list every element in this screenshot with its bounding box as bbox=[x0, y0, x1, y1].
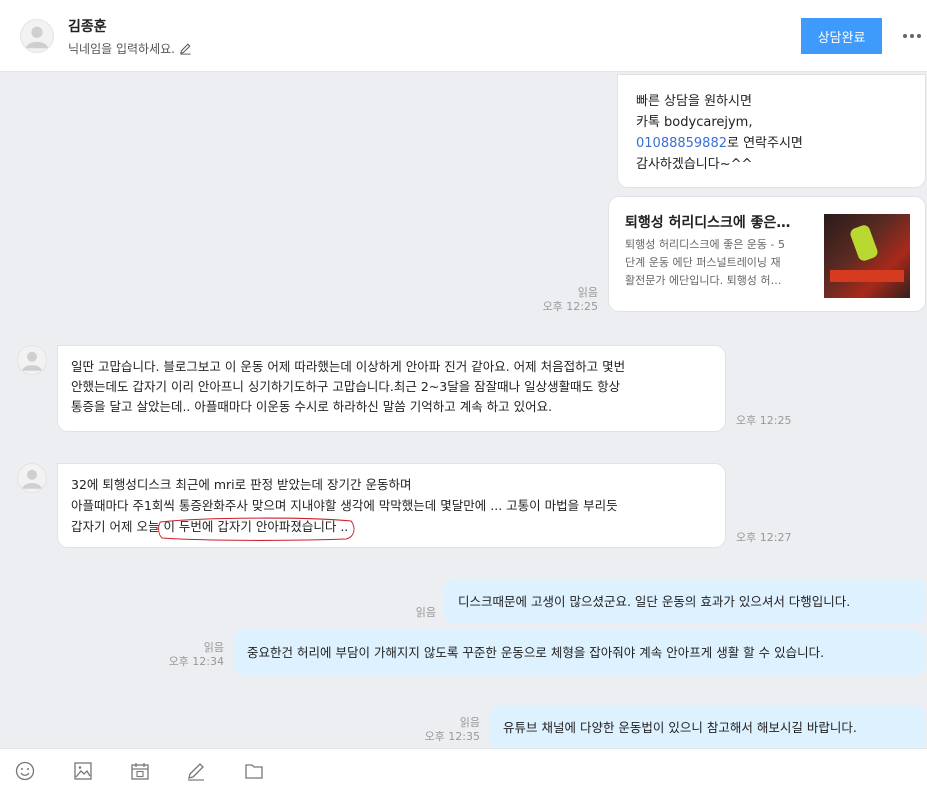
message-text-prefix: 갑자기 어제 오늘 bbox=[71, 519, 160, 534]
message-bubble[interactable]: 디스크때문에 고생이 많으셨군요. 일단 운동의 효과가 있으셔서 다행입니다. bbox=[444, 579, 926, 624]
message-text: 디스크때문에 고생이 많으셨군요. 일단 운동의 효과가 있으셔서 다행입니다. bbox=[458, 594, 851, 609]
red-ellipse-annotation bbox=[158, 517, 355, 541]
card-desc-line: 활전문가 에단입니다. 퇴행성 허… bbox=[625, 274, 782, 287]
message-bubble[interactable]: 중요한건 허리에 부담이 가해지지 않도록 꾸준한 운동으로 체형을 잡아줘야 … bbox=[233, 630, 926, 675]
message-time: 오후 12:25 bbox=[542, 300, 598, 313]
chat-header: 김종훈 닉네임을 입력하세요. 상담완료 bbox=[0, 0, 927, 72]
message-text: 카톡 bodycarejym, bbox=[636, 115, 753, 130]
contact-avatar[interactable] bbox=[20, 19, 54, 53]
sender-avatar[interactable] bbox=[17, 345, 47, 375]
message-time: 오후 12:34 bbox=[168, 655, 224, 668]
pencil-icon[interactable] bbox=[179, 42, 192, 55]
message-text: 갑자기 어제 오늘 이 두번에 갑자기 안아파졌습니다 .. bbox=[71, 516, 712, 541]
read-status: 읽음 오후 12:25 bbox=[530, 286, 598, 314]
pen-icon[interactable] bbox=[184, 759, 208, 783]
thumbnail-stripe bbox=[830, 270, 904, 282]
calendar-icon[interactable] bbox=[128, 759, 152, 783]
message-text-suffix: 로 연락주시면 bbox=[726, 136, 803, 151]
image-icon[interactable] bbox=[71, 759, 95, 783]
message-bubble[interactable]: 일딴 고맙습니다. 블로그보고 이 운동 어제 따라했는데 이상하게 안아파 진… bbox=[57, 345, 726, 432]
card-title: 퇴행성 허리디스크에 좋은… bbox=[625, 215, 791, 231]
message-time: 오후 12:27 bbox=[736, 531, 792, 544]
message-text: 01088859882로 연락주시면 bbox=[636, 133, 907, 154]
person-avatar-icon bbox=[22, 351, 42, 371]
read-label: 읽음 bbox=[577, 286, 598, 299]
card-desc-line: 단계 운동 에단 퍼스널트레이닝 재 bbox=[625, 256, 781, 269]
read-status: 읽음 오후 12:34 bbox=[160, 641, 224, 669]
contact-name: 김종훈 bbox=[68, 19, 107, 35]
message-text: 중요한건 허리에 부담이 가해지지 않도록 꾸준한 운동으로 체형을 잡아줘야 … bbox=[247, 645, 825, 660]
message-bubble[interactable]: 32에 퇴행성디스크 최근에 mri로 판정 받았는데 장기간 운동하며 아플때… bbox=[57, 463, 726, 548]
card-thumbnail bbox=[824, 214, 910, 298]
message-bubble[interactable]: 유튜브 채널에 다양한 운동법이 있으니 참고해서 해보시길 바랍니다. bbox=[489, 705, 926, 750]
message-bubble[interactable]: 빠른 상담을 원하시면 카톡 bodycarejym, 01088859882로… bbox=[617, 74, 926, 188]
person-avatar-icon bbox=[25, 26, 49, 49]
read-label: 읽음 bbox=[203, 641, 224, 654]
read-status: 읽음 오후 12:35 bbox=[414, 716, 480, 744]
more-dot bbox=[917, 34, 921, 38]
phone-link[interactable]: 01088859882 bbox=[636, 136, 727, 151]
read-label: 읽음 bbox=[415, 606, 436, 619]
thumbnail-figure bbox=[848, 223, 880, 263]
more-icon[interactable] bbox=[898, 25, 926, 47]
message-text: 유튜브 채널에 다양한 운동법이 있으니 참고해서 해보시길 바랍니다. bbox=[503, 720, 857, 735]
card-desc-line: 퇴행성 허리디스크에 좋은 운동 - 5 bbox=[625, 238, 786, 251]
message-text: 32에 퇴행성디스크 최근에 mri로 판정 받았는데 장기간 운동하며 bbox=[71, 477, 412, 492]
message-text: 감사하겠습니다~^^ bbox=[636, 157, 753, 172]
nickname-field[interactable]: 닉네임을 입력하세요. bbox=[68, 40, 192, 57]
more-dot bbox=[903, 34, 907, 38]
message-time: 오후 12:35 bbox=[424, 730, 480, 743]
message-text: 안했는데도 갑자기 이리 안아프니 싱기하기도하구 고맙습니다.최근 2~3달을… bbox=[71, 379, 621, 394]
message-text: 일딴 고맙습니다. 블로그보고 이 운동 어제 따라했는데 이상하게 안아파 진… bbox=[71, 359, 626, 374]
message-time: 오후 12:25 bbox=[736, 414, 792, 427]
folder-icon[interactable] bbox=[242, 759, 266, 783]
read-label: 읽음 bbox=[459, 716, 480, 729]
annotated-text: 이 두번에 갑자기 안아파졌습니다 .. bbox=[158, 517, 355, 541]
consult-complete-button[interactable]: 상담완료 bbox=[801, 18, 882, 54]
link-preview-card[interactable]: 퇴행성 허리디스크에 좋은… 퇴행성 허리디스크에 좋은 운동 - 5 단계 운… bbox=[608, 196, 926, 312]
person-avatar-icon bbox=[22, 469, 42, 489]
nickname-placeholder: 닉네임을 입력하세요. bbox=[68, 42, 175, 56]
card-description: 퇴행성 허리디스크에 좋은 운동 - 5 단계 운동 에단 퍼스널트레이닝 재 … bbox=[625, 236, 815, 290]
sender-avatar[interactable] bbox=[17, 463, 47, 493]
message-text: 통증을 달고 살았는데.. 아플때마다 이운동 수시로 하라하신 말씀 기억하고… bbox=[71, 399, 553, 414]
more-dot bbox=[910, 34, 914, 38]
emoji-icon[interactable] bbox=[13, 759, 37, 783]
composer-toolbar bbox=[0, 748, 927, 799]
message-text: 아플때마다 주1회씩 통증완화주사 맞으며 지내야할 생각에 막막했는데 몇달만… bbox=[71, 498, 618, 513]
message-text: 빠른 상담을 원하시면 bbox=[636, 94, 752, 109]
